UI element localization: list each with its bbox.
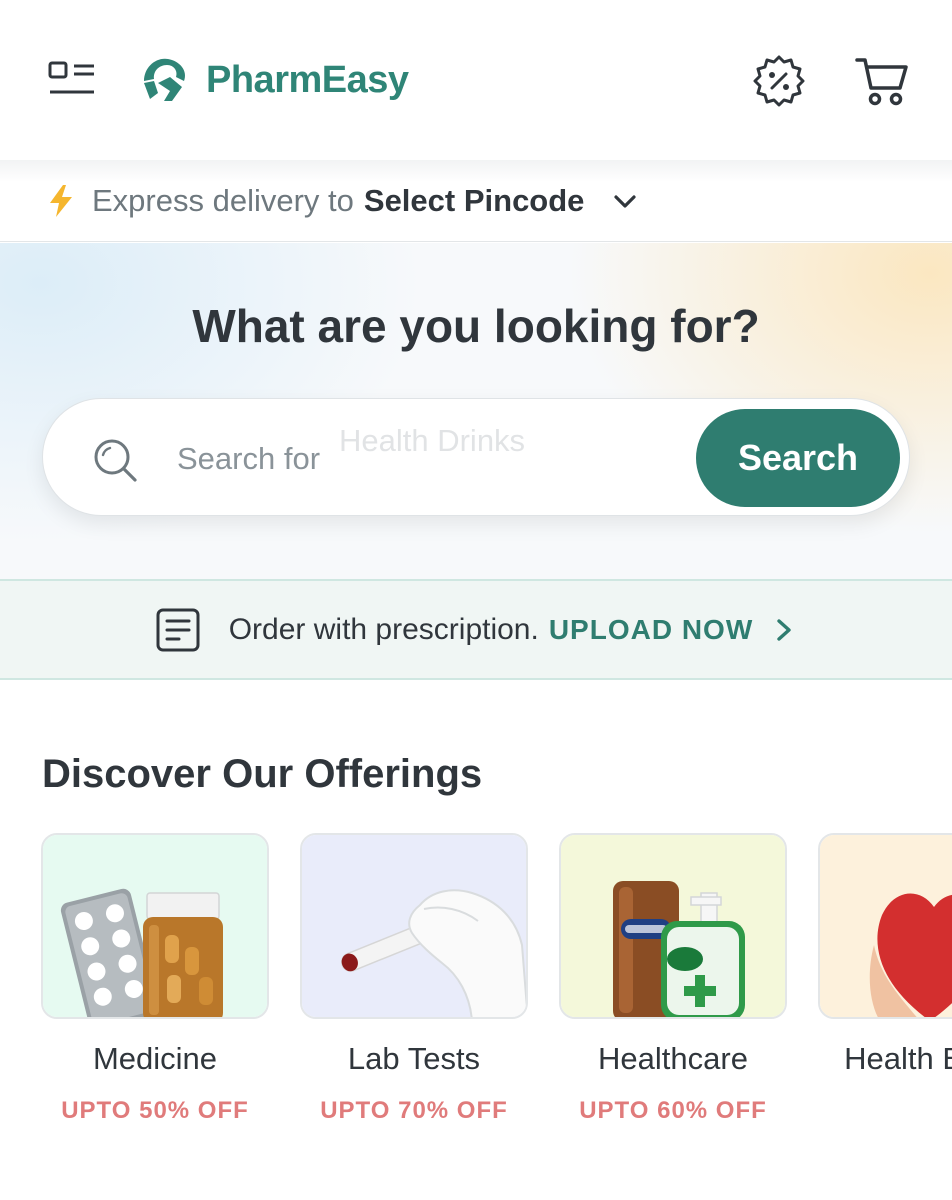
prescription-document-icon [156,608,200,651]
offers-icon[interactable] [752,54,806,108]
menu-icon[interactable] [48,60,96,100]
medicine-illustration [43,835,267,1017]
brand-name: PharmEasy [206,58,409,101]
hero-title: What are you looking for? [192,300,760,352]
chevron-down-icon[interactable] [610,186,640,216]
chevron-right-icon[interactable] [771,615,797,645]
delivery-pincode-selector[interactable]: Express delivery to Select Pincode [0,160,952,242]
offering-label: Healthcare [598,1041,748,1076]
offering-discount: UPTO 50% OFF [61,1097,249,1124]
search-input[interactable]: Search for [177,441,320,477]
search-hero: What are you looking for? Search for Hea… [0,243,952,579]
offerings-title: Discover Our Offerings [42,752,483,796]
health-blogs-illustration [820,835,952,1017]
offering-discount: UPTO 60% OFF [579,1097,767,1124]
brand-logo[interactable]: PharmEasy [140,50,409,110]
health-blogs-image [818,833,952,1019]
offering-card-medicine[interactable]: Medicine UPTO 50% OFF [41,833,269,1133]
healthcare-illustration [561,835,785,1017]
upload-now-link[interactable]: UPLOAD NOW [549,614,753,646]
search-rotating-hint: Health Drinks [339,423,526,458]
cart-icon[interactable] [854,54,910,108]
delivery-prefix: Express delivery to [92,182,354,218]
lightning-bolt-icon [50,184,72,217]
search-icon [94,439,137,482]
upload-prescription-banner[interactable]: Order with prescription. UPLOAD NOW [0,579,952,680]
search-button[interactable]: Search [696,409,900,507]
offering-card-lab-tests[interactable]: Lab Tests UPTO 70% OFF [300,833,528,1133]
offering-label: Medicine [92,1041,218,1076]
healthcare-image [559,833,787,1019]
lab-tests-image [300,833,528,1019]
search-bar[interactable]: Search for Health Drinks Search [42,398,910,516]
offering-discount: UPTO 70% OFF [320,1097,508,1124]
select-pincode-label[interactable]: Select Pincode [364,183,585,219]
prescription-text: Order with prescription. [228,612,539,646]
offering-label: Lab Tests [347,1041,481,1076]
pharmeasy-logo-icon [144,58,186,101]
medicine-image [41,833,269,1019]
app-header: PharmEasy [0,0,952,160]
offering-label: Health Blogs [844,1041,952,1076]
offering-card-healthcare[interactable]: Healthcare UPTO 60% OFF [559,833,787,1133]
lab-tests-illustration [302,835,526,1017]
offering-card-health-blogs[interactable]: Health Blogs [818,833,952,1133]
